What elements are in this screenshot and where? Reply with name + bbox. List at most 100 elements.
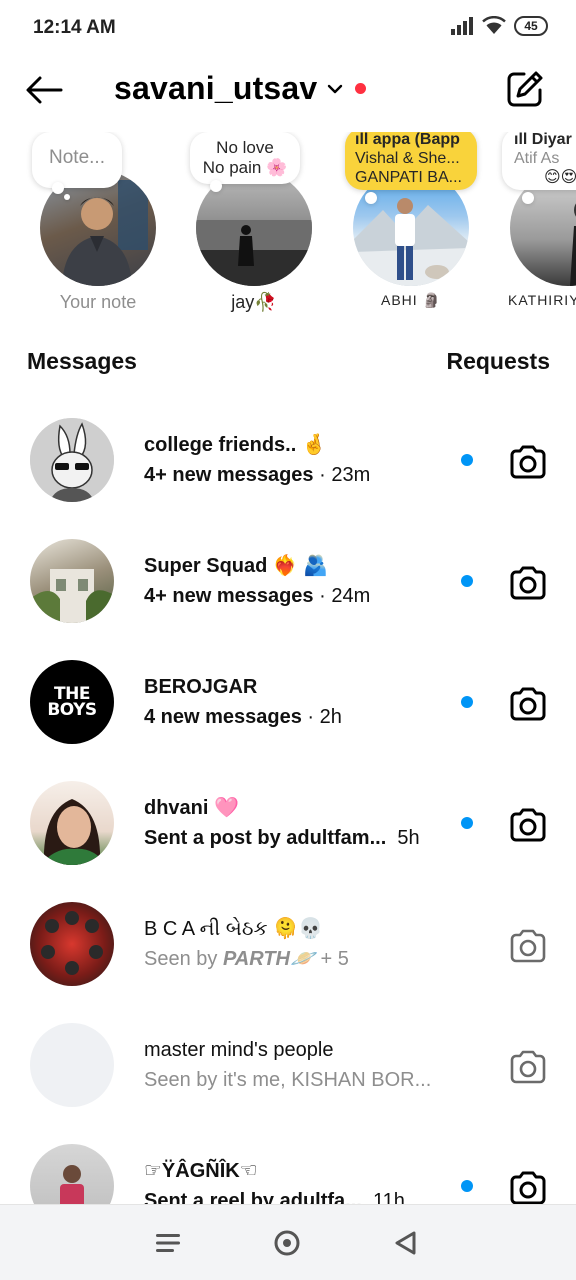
bubble-tail [64, 194, 70, 200]
timestamp: 5h [386, 827, 420, 849]
menu-icon [156, 1234, 180, 1252]
note-item[interactable]: No love No pain 🌸 jay🥀 [174, 132, 334, 322]
group-avatar [30, 902, 114, 986]
note-placeholder: Note... [49, 147, 105, 168]
avatar [30, 781, 114, 865]
conversation-title: master mind's people [144, 1039, 334, 1061]
camera-icon [510, 566, 546, 600]
note-name: ABHI 🗿 [381, 292, 441, 308]
note-item[interactable]: ıll Diyar Atif As 😊😍 KATHIRIYA [488, 132, 576, 322]
unread-dot [461, 817, 473, 829]
note-name: Your note [59, 292, 137, 312]
conversation-row[interactable]: master mind's people Seen by it's me, KI… [0, 1003, 576, 1124]
signal-icon [451, 17, 473, 35]
conversation-preview: 4 new messages · 2h [144, 702, 444, 732]
system-nav-bar [0, 1204, 576, 1280]
note-text: No pain 🌸 [202, 158, 288, 177]
conversation-title: BEROJGAR [144, 676, 258, 698]
conversation-text: B C A ની બેઠક 🫠💀 Seen by PARTH🪐 + 5 [144, 916, 444, 974]
preview-text: 4+ new messages [144, 464, 314, 486]
camera-button[interactable] [508, 1168, 548, 1204]
note-text: GANPATI BA... [355, 169, 462, 186]
menu-button[interactable] [150, 1225, 186, 1261]
building-photo [30, 569, 114, 623]
note-item[interactable]: ıll appa (Bapp Vishal & She... GANPATI B… [331, 132, 491, 322]
requests-link[interactable]: Requests [446, 348, 550, 375]
avatar-logo-text: THE BOYS [47, 684, 97, 720]
timestamp: 11h [361, 1190, 405, 1204]
back-button[interactable] [22, 70, 66, 110]
camera-button[interactable] [508, 1047, 548, 1087]
note-bubble-music: ıll appa (Bapp Vishal & She... GANPATI B… [345, 132, 477, 190]
system-back-button[interactable] [388, 1225, 424, 1261]
new-message-button[interactable] [502, 66, 548, 112]
note-text: Atif As [514, 150, 560, 167]
note-bubble: No love No pain 🌸 [190, 132, 300, 184]
note-text: ıll Diyar [514, 132, 572, 148]
preview-text: 4 new messages [144, 706, 302, 728]
preview-text: 4+ new messages [144, 585, 314, 607]
conversation-preview: Seen by PARTH🪐 + 5 [144, 944, 444, 974]
conversation-row[interactable]: dhvani 🩷 Sent a post by adultfam... 5h [0, 761, 576, 882]
camera-button[interactable] [508, 926, 548, 966]
conversation-row[interactable]: ☞ŸÂGÑÎK☜ Sent a reel by adultfa... 11h [0, 1124, 576, 1204]
camera-icon [510, 445, 546, 479]
conversation-text: Super Squad ❤️‍🔥 🫂 4+ new messages · 24m [144, 553, 444, 611]
camera-button[interactable] [508, 805, 548, 845]
timestamp: · 24m [313, 585, 371, 607]
conversation-text: ☞ŸÂGÑÎK☜ Sent a reel by adultfa... 11h [144, 1158, 444, 1204]
note-item-own[interactable]: Note... Your note [18, 132, 178, 322]
bubble-tail [210, 180, 222, 192]
note-name: jay🥀 [231, 292, 277, 312]
group-avatar [30, 418, 114, 502]
conversation-title: Super Squad ❤️‍🔥 🫂 [144, 555, 329, 577]
conversation-row[interactable]: THE BOYS BEROJGAR 4 new messages · 2h [0, 640, 576, 761]
home-circle-icon [274, 1230, 300, 1256]
conversation-preview: Sent a post by adultfam... 5h [144, 823, 444, 853]
unread-dot [461, 575, 473, 587]
account-username: savani_utsav [114, 70, 318, 106]
conversation-row[interactable]: college friends.. 🤞 4+ new messages · 23… [0, 398, 576, 519]
camera-button[interactable] [508, 684, 548, 724]
person-photo [40, 799, 106, 865]
status-icons: 45 [450, 16, 548, 36]
triangle-back-icon [395, 1231, 416, 1255]
messages-section-header: Messages Requests [27, 348, 550, 375]
note-text: 😊😍 [544, 169, 576, 186]
home-button[interactable] [269, 1225, 305, 1261]
camera-icon [510, 808, 546, 842]
note-text: No love [216, 138, 274, 157]
conversation-text: BEROJGAR 4 new messages · 2h [144, 674, 444, 732]
conversation-preview: 4+ new messages · 24m [144, 581, 444, 611]
conversation-text: master mind's people Seen by it's me, KI… [144, 1037, 444, 1095]
camera-button[interactable] [508, 442, 548, 482]
preview-text: Sent a post by adultfam... [144, 827, 387, 849]
conversation-row[interactable]: B C A ની બેઠક 🫠💀 Seen by PARTH🪐 + 5 [0, 882, 576, 1003]
conversation-preview: Seen by it's me, KISHAN BOR... [144, 1069, 432, 1091]
note-bubble[interactable]: Note... [32, 132, 122, 188]
bunny-illustration [30, 418, 114, 502]
timestamp: · 23m [313, 464, 371, 486]
arrow-left-icon [26, 76, 63, 104]
conversation-title: ☞ŸÂGÑÎK☜ [144, 1160, 258, 1182]
unread-dot [461, 696, 473, 708]
status-time: 12:14 AM [33, 17, 116, 38]
group-avatar: THE BOYS [30, 660, 114, 744]
wifi-icon [482, 16, 506, 34]
compose-icon [507, 71, 543, 107]
unread-dot [461, 1180, 473, 1192]
camera-button[interactable] [508, 563, 548, 603]
notes-row: Note... Your note No love No pain 🌸 jay🥀 [0, 132, 576, 322]
timestamp: · 2h [301, 706, 342, 728]
group-avatar [30, 539, 114, 623]
conversation-title: B C A ની બેઠક 🫠💀 [144, 918, 323, 940]
chevron-down-icon [328, 84, 343, 93]
battery-icon: 45 [514, 16, 548, 36]
conversation-title: dhvani 🩷 [144, 797, 239, 819]
notification-dot [355, 83, 367, 94]
camera-icon [510, 1050, 546, 1084]
conversation-row[interactable]: Super Squad ❤️‍🔥 🫂 4+ new messages · 24m [0, 519, 576, 640]
preview-count: + 5 [314, 948, 349, 970]
messages-heading: Messages [27, 348, 137, 374]
account-switcher[interactable]: savani_utsav [114, 70, 367, 107]
